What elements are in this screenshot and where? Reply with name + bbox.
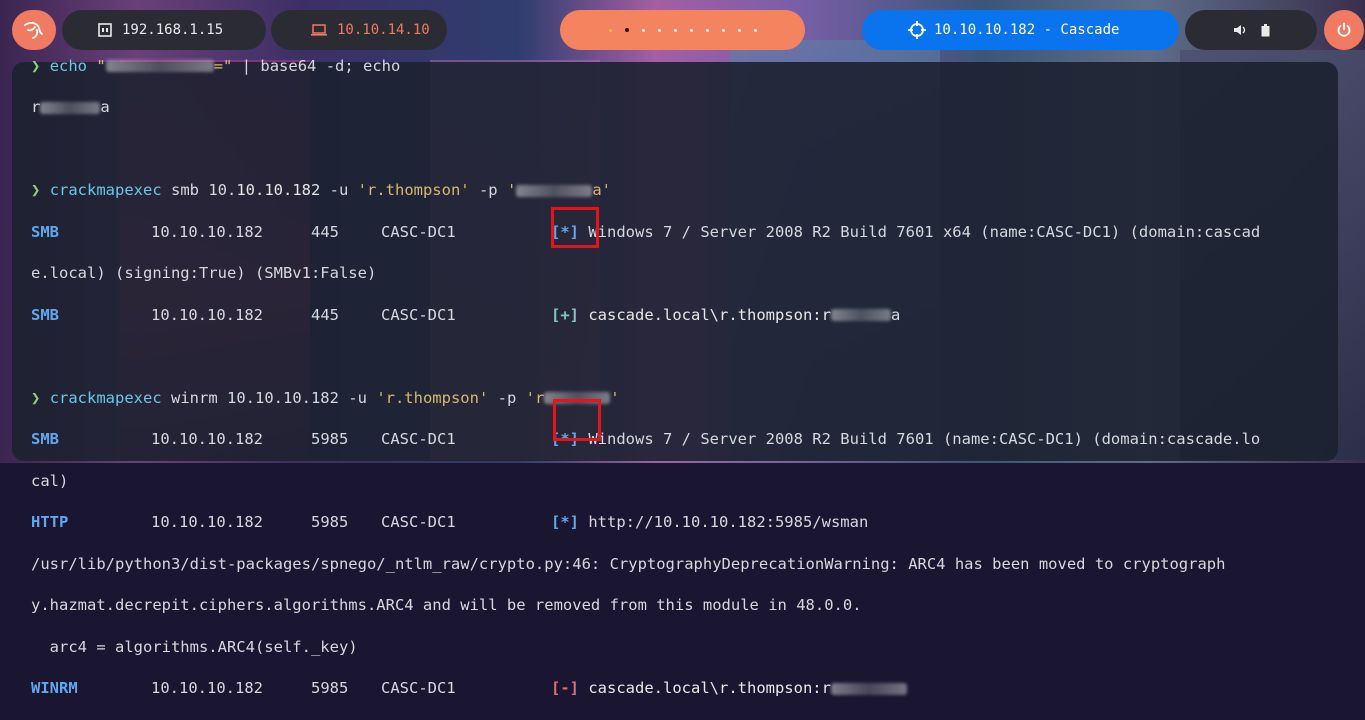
- workspace-3[interactable]: [641, 28, 645, 32]
- battery-icon[interactable]: [1261, 23, 1270, 37]
- output-line: ra: [31, 98, 110, 117]
- workspace-6[interactable]: [689, 28, 693, 32]
- redacted-blur: [830, 682, 907, 695]
- warning-line: /usr/lib/python3/dist-packages/spnego/_n…: [31, 554, 1226, 573]
- result-row: WINRM 10.10.10.182 5985 CASC-DC1 [-] cascade…: [31, 678, 1260, 699]
- result-continuation: e.local) (signing:True) (SMBv1:False): [31, 264, 377, 283]
- result-row: SMB 10.10.10.182 445 CASC-DC1 [*] Windows 7 …: [31, 222, 1261, 241]
- result-row: SMB 10.10.10.182 445 CASC-DC1 [+] cascade.lo…: [31, 305, 901, 324]
- workspace-10[interactable]: [753, 28, 757, 32]
- command-line-2: ❯ crackmapexec smb 10.10.10.182 -u 'r.th…: [31, 181, 611, 200]
- workspace-8[interactable]: [721, 28, 725, 32]
- workspace-1[interactable]: [608, 28, 612, 32]
- command-line-1: ❯ echo " =" | base64 -d; echo: [31, 56, 401, 75]
- warning-line: y.hazmat.decrepit.ciphers.algorithms.ARC…: [31, 596, 862, 615]
- highlight-box: [553, 399, 601, 441]
- command-line-3: ❯ crackmapexec winrm 10.10.10.182 -u 'r.…: [31, 388, 620, 407]
- power-button[interactable]: [1324, 10, 1364, 50]
- workspace-9[interactable]: [737, 28, 741, 32]
- workspace-4[interactable]: [657, 28, 661, 32]
- redacted-blur: [516, 184, 593, 197]
- workspace-7[interactable]: [705, 28, 709, 32]
- redacted-blur: [830, 309, 891, 322]
- highlight-box: [551, 207, 599, 248]
- terminal-output: ❯ echo " =" | base64 -d; echo ra ❯ crackm…: [31, 35, 1260, 720]
- result-row: HTTP 10.10.10.182 5985 CASC-DC1 [*] http://1…: [31, 513, 869, 532]
- workspace-2[interactable]: [624, 28, 629, 32]
- result-continuation: cal): [31, 471, 69, 490]
- redacted-blur: [40, 101, 101, 114]
- power-icon: [1337, 22, 1351, 37]
- result-row: SMB 10.10.10.182 5985 CASC-DC1 [*] Windows 7…: [31, 430, 1261, 449]
- redacted-blur: [105, 60, 214, 73]
- workspace-5[interactable]: [673, 28, 677, 32]
- warning-line: arc4 = algorithms.ARC4(self._key): [31, 637, 358, 656]
